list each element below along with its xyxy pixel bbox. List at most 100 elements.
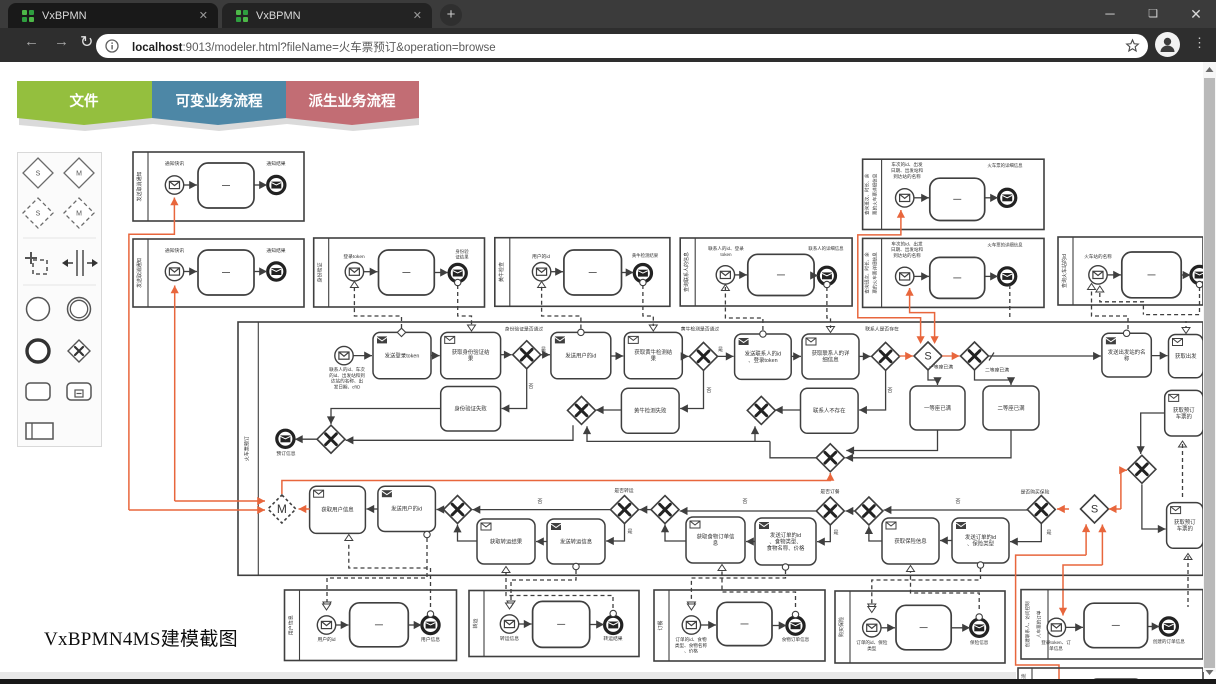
svg-text:黄牛检查: 黄牛检查 bbox=[498, 262, 505, 282]
svg-text:登录token: 登录token bbox=[343, 253, 365, 260]
svg-text:一等座已满: 一等座已满 bbox=[924, 404, 952, 412]
svg-text:获取身份验证结: 获取身份验证结 bbox=[452, 348, 490, 356]
svg-text:发送出发站的名: 发送出发站的名 bbox=[1108, 348, 1146, 356]
svg-text:否: 否 bbox=[537, 499, 542, 505]
svg-text:获取食物订单信: 获取食物订单信 bbox=[697, 533, 735, 541]
svg-text:证结果: 证结果 bbox=[455, 254, 469, 261]
svg-text:车票的: 车票的 bbox=[1177, 525, 1193, 533]
svg-text:预订信息: 预订信息 bbox=[276, 450, 295, 457]
svg-text:身份验证是否通过: 身份验证是否通过 bbox=[505, 326, 544, 333]
svg-text:通知结果: 通知结果 bbox=[266, 247, 285, 254]
svg-text:用户信息: 用户信息 bbox=[421, 636, 440, 643]
svg-text:查询班次、时长、余: 查询班次、时长、余 bbox=[863, 173, 870, 215]
svg-text:、食物类型、: 、食物类型、 bbox=[769, 537, 801, 545]
svg-text:创建联系人、访问控制: 创建联系人、访问控制 bbox=[1024, 601, 1031, 647]
svg-text:类型: 类型 bbox=[867, 645, 877, 652]
svg-text:是否订餐: 是否订餐 bbox=[820, 488, 839, 495]
svg-text:火车票的详细信息: 火车票的详细信息 bbox=[987, 241, 1023, 248]
svg-text:果: 果 bbox=[468, 356, 474, 363]
svg-text:否: 否 bbox=[742, 499, 747, 505]
svg-text:到达站的名称: 到达站的名称 bbox=[893, 173, 921, 180]
svg-text:查询班次、时长、余: 查询班次、时长、余 bbox=[863, 252, 870, 294]
svg-text:转运: 转运 bbox=[472, 618, 479, 628]
svg-text:票的火车票详细信息: 票的火车票详细信息 bbox=[871, 173, 878, 215]
svg-text:火车票预订: 火车票预订 bbox=[244, 436, 251, 461]
svg-text:发日期、cfID: 发日期、cfID bbox=[334, 383, 361, 390]
svg-text:是: 是 bbox=[833, 530, 838, 536]
svg-text:食物名称、价格: 食物名称、价格 bbox=[767, 544, 805, 552]
svg-text:发送登录token: 发送登录token bbox=[385, 352, 420, 360]
svg-text:单信息: 单信息 bbox=[1049, 645, 1063, 652]
svg-text:到达站的名称: 到达站的名称 bbox=[893, 252, 921, 259]
svg-text:创建的订单信息: 创建的订单信息 bbox=[1153, 638, 1186, 645]
svg-text:票的火车票详细信息: 票的火车票详细信息 bbox=[871, 252, 878, 294]
svg-text:通知快讯: 通知快讯 bbox=[165, 247, 184, 254]
svg-text:保险信息: 保险信息 bbox=[970, 639, 989, 646]
svg-text:登录token、订: 登录token、订 bbox=[1041, 639, 1071, 645]
svg-text:用户的id: 用户的id bbox=[532, 253, 550, 260]
svg-text:发送用户的id: 发送用户的id bbox=[565, 352, 596, 360]
svg-text:用户的id: 用户的id bbox=[317, 636, 335, 643]
svg-text:车票的: 车票的 bbox=[1176, 412, 1192, 420]
svg-text:称: 称 bbox=[1124, 354, 1130, 362]
svg-text:是否转运: 是否转运 bbox=[614, 487, 633, 494]
svg-text:获取黄牛检测结: 获取黄牛检测结 bbox=[634, 348, 672, 356]
svg-text:、价格: 、价格 bbox=[684, 648, 698, 655]
svg-text:否: 否 bbox=[887, 388, 892, 394]
svg-text:黄牛检测失败: 黄牛检测失败 bbox=[634, 407, 667, 415]
svg-text:火车站的名称: 火车站的名称 bbox=[1084, 253, 1112, 260]
svg-text:查询火车站的id: 查询火车站的id bbox=[1061, 254, 1068, 288]
svg-text:人车票的订单: 人车票的订单 bbox=[1035, 610, 1042, 638]
svg-text:获取转运结果: 获取转运结果 bbox=[490, 537, 523, 545]
svg-text:身份验证: 身份验证 bbox=[317, 262, 324, 282]
svg-text:、登录token: 、登录token bbox=[748, 356, 777, 364]
svg-text:黄牛检测是否通过: 黄牛检测是否通过 bbox=[681, 326, 720, 333]
svg-text:火车票的详细信息: 火车票的详细信息 bbox=[987, 162, 1023, 169]
svg-text:一等座已满: 一等座已满 bbox=[929, 364, 953, 371]
svg-text:转运结果: 转运结果 bbox=[603, 635, 622, 642]
svg-text:身份验证失败: 身份验证失败 bbox=[454, 405, 487, 413]
svg-text:token: token bbox=[720, 252, 732, 257]
svg-text:通知结果: 通知结果 bbox=[266, 160, 285, 167]
svg-text:发送联系人的id: 发送联系人的id bbox=[745, 349, 782, 357]
svg-text:发送订单的id: 发送订单的id bbox=[965, 533, 996, 541]
svg-text:获取预订: 获取预订 bbox=[1173, 406, 1195, 414]
svg-text:查询联系人的信息: 查询联系人的信息 bbox=[683, 252, 690, 292]
svg-text:S: S bbox=[1091, 504, 1098, 516]
svg-text:S: S bbox=[924, 351, 931, 363]
svg-text:联系人是否存在: 联系人是否存在 bbox=[865, 326, 899, 333]
svg-text:获取用户信息: 获取用户信息 bbox=[321, 506, 354, 514]
svg-text:发送取消通知: 发送取消通知 bbox=[136, 258, 143, 288]
svg-text:通知快讯: 通知快讯 bbox=[165, 160, 184, 167]
svg-text:联系人不存在: 联系人不存在 bbox=[813, 407, 846, 415]
svg-text:黄牛检测结果: 黄牛检测结果 bbox=[632, 252, 659, 259]
svg-text:获取联系人的详: 获取联系人的详 bbox=[812, 349, 850, 357]
svg-text:M: M bbox=[277, 502, 287, 516]
svg-text:联系人的详细信息: 联系人的详细信息 bbox=[808, 245, 844, 252]
svg-text:获取保险信息: 获取保险信息 bbox=[894, 537, 927, 545]
svg-text:发送取消通知: 发送取消通知 bbox=[136, 171, 143, 201]
svg-text:二等座已满: 二等座已满 bbox=[998, 404, 1026, 412]
svg-text:发送转运信息: 发送转运信息 bbox=[560, 537, 593, 545]
svg-text:细信息: 细信息 bbox=[822, 356, 839, 364]
svg-text:获取预订: 获取预订 bbox=[1174, 518, 1196, 526]
svg-text:食物订单信息: 食物订单信息 bbox=[782, 636, 810, 643]
svg-text:二等座已满: 二等座已满 bbox=[985, 367, 1009, 374]
svg-text:否: 否 bbox=[706, 388, 711, 394]
svg-text:是: 是 bbox=[1046, 530, 1051, 536]
svg-text:是否购买保险: 是否购买保险 bbox=[1021, 489, 1050, 496]
svg-text:发送订单的id: 发送订单的id bbox=[770, 531, 801, 539]
svg-text:是: 是 bbox=[718, 347, 723, 353]
svg-text:购买保险: 购买保险 bbox=[838, 617, 845, 637]
svg-text:否: 否 bbox=[955, 499, 960, 505]
svg-text:发送用户的id: 发送用户的id bbox=[391, 505, 422, 513]
svg-text:订餐: 订餐 bbox=[657, 620, 664, 630]
svg-text:获取出发: 获取出发 bbox=[1175, 352, 1197, 360]
svg-text:是: 是 bbox=[627, 529, 632, 535]
svg-text:果: 果 bbox=[651, 356, 657, 363]
svg-text:用户信息: 用户信息 bbox=[288, 615, 295, 635]
svg-text:、保险类型: 、保险类型 bbox=[967, 540, 995, 548]
svg-text:否: 否 bbox=[528, 384, 533, 390]
svg-text:转运信息: 转运信息 bbox=[500, 635, 519, 642]
svg-text:息: 息 bbox=[713, 539, 719, 547]
